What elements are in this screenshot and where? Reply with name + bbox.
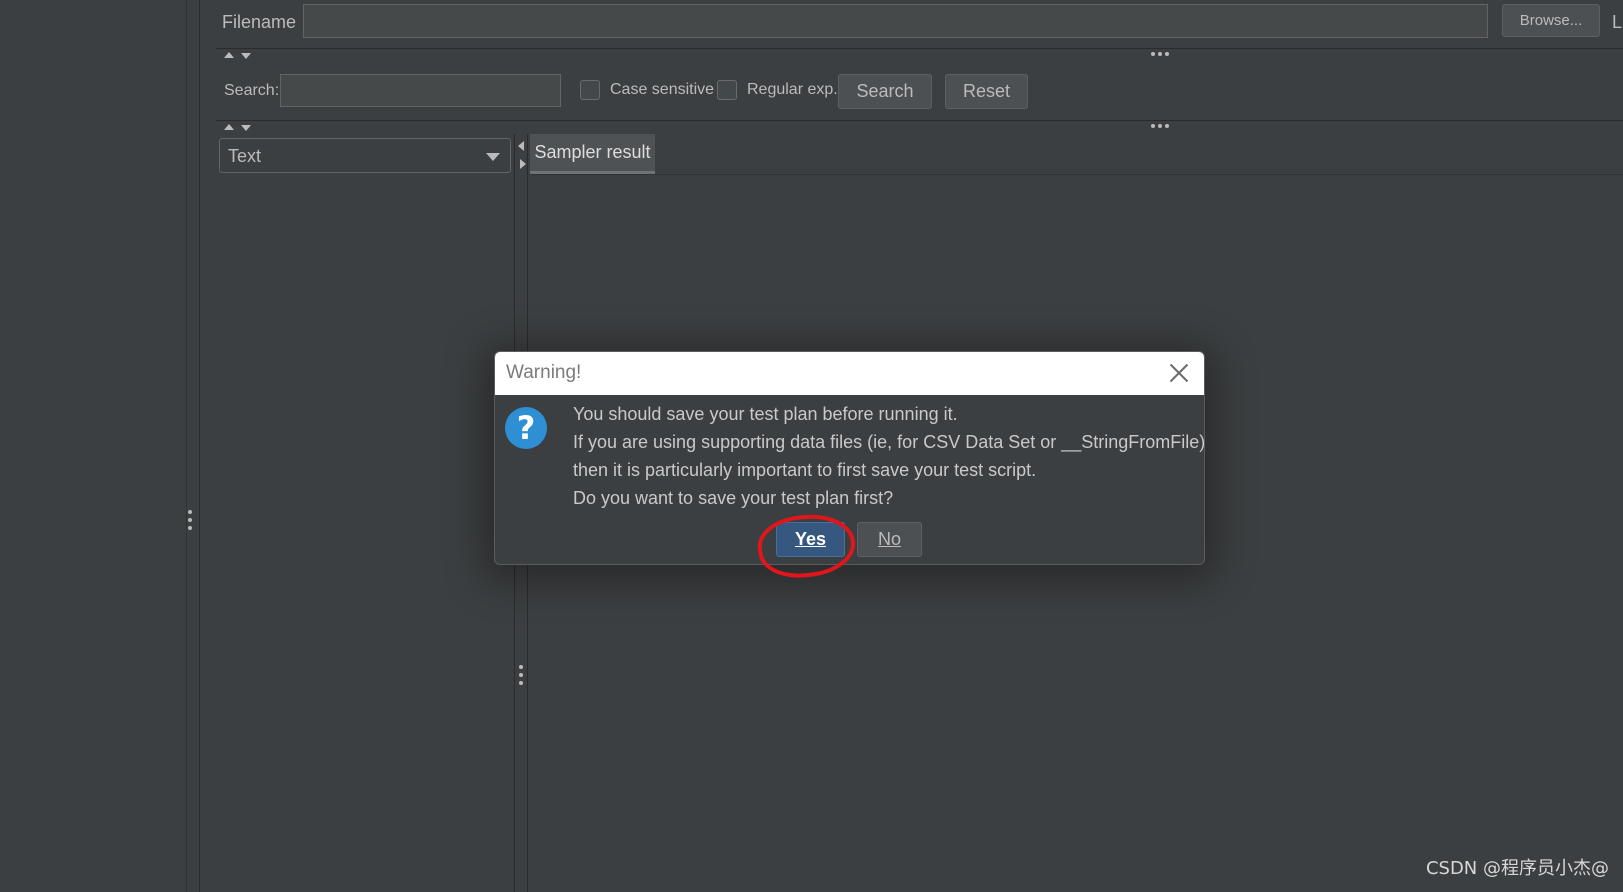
tab-sampler-result[interactable]: Sampler result [530, 134, 655, 174]
search-label: Search: [224, 82, 280, 99]
collapse-up-icon[interactable] [224, 124, 234, 130]
dialog-message-line: then it is particularly important to fir… [573, 460, 1037, 480]
close-icon[interactable] [1168, 362, 1190, 384]
vertical-divider [199, 0, 200, 892]
question-icon: ? [505, 407, 547, 449]
dialog-message-line: You should save your test plan before ru… [573, 404, 958, 424]
dialog-titlebar: Warning! [495, 352, 1204, 395]
regular-exp-checkbox[interactable] [717, 80, 737, 100]
reset-button[interactable]: Reset [945, 74, 1028, 109]
left-splitter-handle[interactable] [188, 510, 192, 530]
renderer-select-value: Text [228, 146, 262, 166]
splitter-grip-icon[interactable] [1151, 52, 1169, 56]
left-tree-panel [0, 0, 187, 892]
horizontal-splitter[interactable] [216, 120, 1623, 122]
filename-label: Filename [222, 12, 297, 32]
browse-button[interactable]: Browse... [1502, 4, 1600, 37]
filename-input[interactable] [303, 4, 1488, 38]
search-input[interactable] [280, 74, 561, 107]
case-sensitive-label: Case sensitive [610, 81, 715, 98]
tab-strip-border [530, 174, 1623, 175]
collapse-left-icon[interactable] [518, 141, 524, 151]
horizontal-splitter[interactable] [216, 48, 1623, 50]
case-sensitive-checkbox[interactable] [580, 80, 600, 100]
dialog-message-line: If you are using supporting data files (… [573, 432, 1205, 452]
no-button[interactable]: No [857, 522, 922, 557]
watermark: CSDN @程序员小杰@ [1425, 858, 1609, 879]
dialog-message-line: Do you want to save your test plan first… [573, 488, 894, 508]
no-button-label: No [877, 529, 901, 549]
result-splitter-handle[interactable] [519, 665, 523, 685]
expand-down-icon[interactable] [241, 125, 251, 131]
expand-down-icon[interactable] [241, 53, 251, 59]
edge-label: L [1612, 12, 1623, 32]
splitter-grip-icon[interactable] [1151, 124, 1169, 128]
search-button[interactable]: Search [838, 74, 932, 109]
regular-exp-label: Regular exp. [747, 81, 838, 98]
chevron-down-icon [486, 153, 500, 161]
dialog-title: Warning! [506, 362, 582, 383]
expand-right-icon[interactable] [520, 159, 526, 169]
collapse-up-icon[interactable] [224, 52, 234, 58]
renderer-select[interactable]: Text [219, 138, 511, 173]
